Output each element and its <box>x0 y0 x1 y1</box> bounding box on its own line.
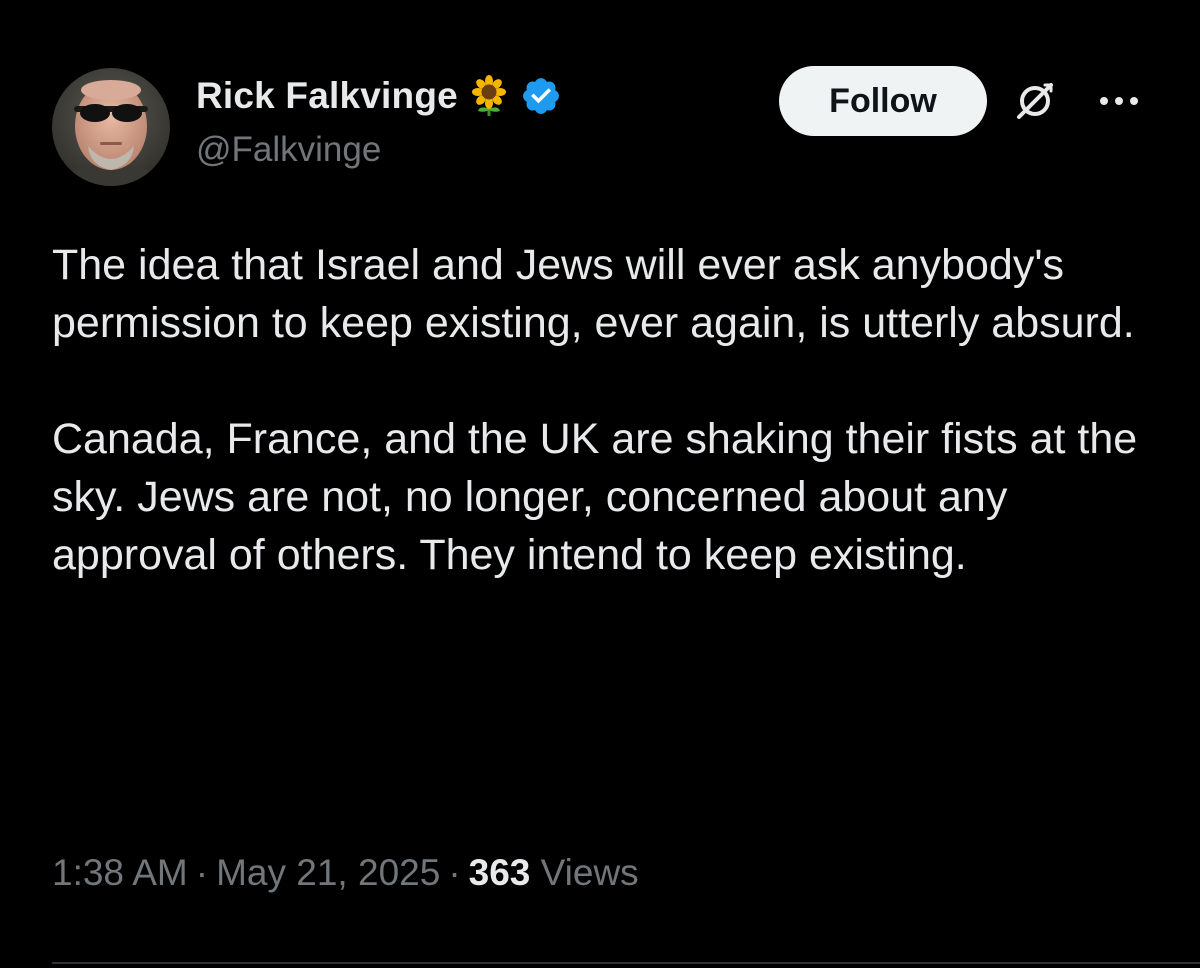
grok-icon[interactable] <box>1010 76 1060 126</box>
views-count: 363 <box>468 852 531 893</box>
views-label: Views <box>540 852 639 893</box>
follow-button[interactable]: Follow <box>779 66 987 136</box>
meta-separator: · <box>195 852 209 893</box>
tweet-date[interactable]: May 21, 2025 <box>216 852 440 893</box>
avatar-image <box>52 68 170 186</box>
meta-separator: · <box>448 852 461 893</box>
tweet-text: The idea that Israel and Jews will ever … <box>52 236 1162 584</box>
tweet-card: Rick Falkvinge @Falkvinge Follow The ide… <box>0 0 1200 968</box>
tweet-meta: 1:38 AM · May 21, 2025 · 363 Views <box>52 852 639 894</box>
author-name-row: Rick Falkvinge <box>196 70 562 122</box>
author-handle[interactable]: @Falkvinge <box>196 130 381 170</box>
divider <box>52 962 1200 964</box>
verified-badge-icon[interactable] <box>520 75 562 117</box>
tweet-paragraph: Canada, France, and the UK are shaking t… <box>52 415 1138 579</box>
avatar[interactable] <box>52 68 170 186</box>
more-options-icon[interactable] <box>1094 86 1144 116</box>
tweet-time[interactable]: 1:38 AM <box>52 852 188 893</box>
sunflower-icon <box>468 75 510 117</box>
author-display-name[interactable]: Rick Falkvinge <box>196 75 458 117</box>
tweet-paragraph: The idea that Israel and Jews will ever … <box>52 241 1135 347</box>
